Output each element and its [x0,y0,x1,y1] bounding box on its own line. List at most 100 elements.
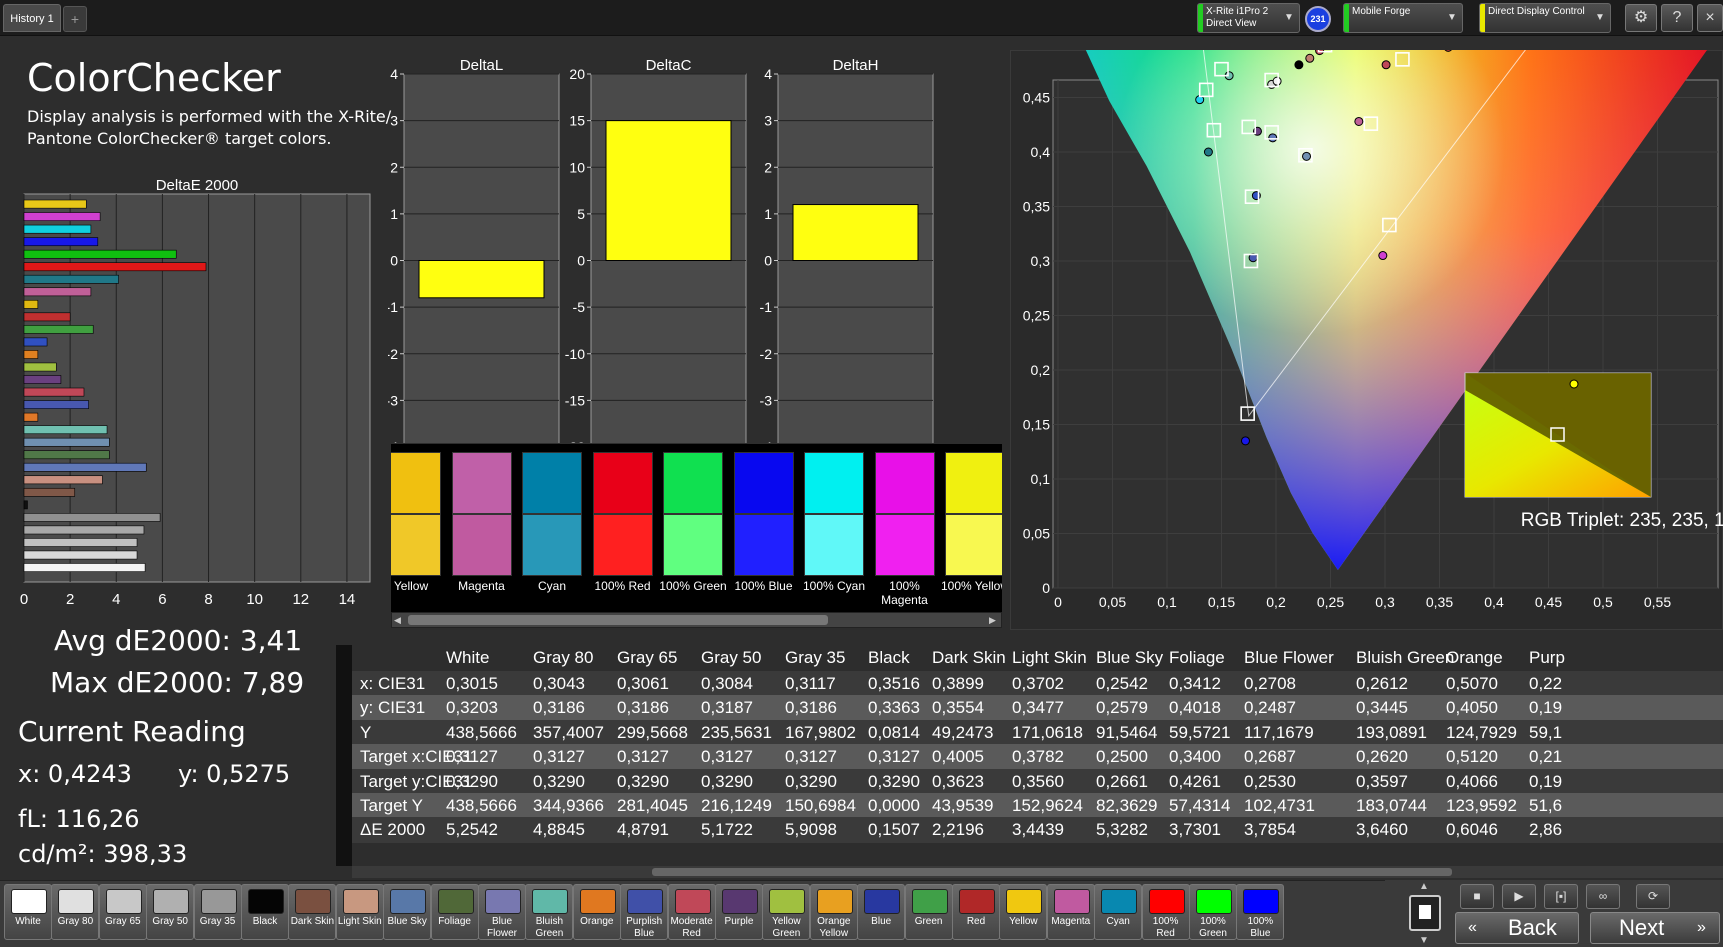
patch-button[interactable]: Gray 35 [193,884,242,940]
table-cell: 0,0000 [868,796,920,815]
table-cell: 0,3412 [1169,674,1221,693]
patch-button[interactable]: Purplish Blue [620,884,669,940]
swatch-column[interactable]: 100% Blue [733,452,794,612]
table-cell: 438,5666 [446,722,517,742]
column-header[interactable]: Blue Sky [1096,645,1163,671]
scroll-up-icon[interactable]: ▲ [1409,881,1439,893]
patch-button[interactable]: White [4,884,52,940]
swatch-column[interactable]: Cyan [522,452,582,612]
play-button[interactable]: ▶ [1502,884,1536,909]
column-header[interactable]: Black [868,645,910,671]
control-select[interactable]: Direct Display Control ▼ [1479,3,1611,33]
swatch-column[interactable]: 100% Red [592,452,653,612]
chart-title: DeltaL [460,58,503,74]
swatch-column[interactable]: 100% Yellow [941,452,1002,612]
measured-point [1203,147,1213,157]
back-button[interactable]: « Back [1455,912,1579,944]
scroll-left-icon[interactable]: ◀ [394,615,404,625]
stop-button[interactable] [1409,895,1441,931]
swatch-scrollbar[interactable]: ◀ ▶ [391,612,1002,628]
refresh-button[interactable]: ⟳ [1636,884,1670,909]
column-header[interactable]: Orange [1446,645,1503,671]
patch-button[interactable]: Magenta [1046,884,1095,940]
patch-button[interactable]: Blue [857,884,906,940]
table-cell: 3,7301 [1169,820,1221,840]
patch-label: Gray 35 [199,916,236,927]
x-tick-label: 0,15 [1208,594,1235,610]
double-chevron-left-icon: « [1468,919,1477,936]
help-button[interactable]: ? [1661,4,1693,32]
column-header[interactable]: Dark Skin [932,645,1006,671]
column-header[interactable]: Foliage [1169,645,1225,671]
patch-button[interactable]: Moderate Red [667,884,716,940]
tab-history-1[interactable]: History 1 [3,4,61,32]
patch-button[interactable]: Green [904,884,953,940]
column-header[interactable]: Gray 65 [617,645,677,671]
swatch-column[interactable]: 100% Cyan [803,452,865,612]
patch-button[interactable]: Black [241,884,289,940]
swatch-column[interactable]: 100% Magenta [874,452,935,612]
patch-button[interactable]: Dark Skin [288,884,337,940]
column-header[interactable]: Light Skin [1012,645,1087,671]
double-chevron-right-icon: » [1697,919,1706,936]
continuous-button[interactable]: ∞ [1586,884,1620,909]
patch-color [769,889,806,914]
column-header[interactable]: Gray 35 [785,645,845,671]
patch-button[interactable]: Foliage [430,884,479,940]
generator-select[interactable]: Mobile Forge ▼ [1343,3,1463,33]
swatch-column[interactable]: Magenta [451,452,512,612]
stop-measure-button[interactable]: ■ [1460,884,1494,909]
column-header[interactable]: White [446,645,489,671]
close-button[interactable]: × [1697,4,1723,32]
patch-button[interactable]: Red [952,884,1000,940]
column-header[interactable]: Blue Flower [1244,645,1334,671]
patch-button[interactable]: Bluish Green [525,884,574,940]
control-name: Direct Display Control [1488,6,1585,17]
patch-button[interactable]: Gray 80 [51,884,100,940]
patch-button[interactable]: Light Skin [335,884,384,940]
table-cell: 3,7854 [1244,820,1296,840]
scroll-down-icon[interactable]: ▼ [1409,936,1439,946]
meter-select[interactable]: X-Rite i1Pro 2 Direct View ▼ [1197,3,1300,33]
measured-color [804,452,864,514]
patch-button[interactable]: Cyan [1094,884,1143,940]
table-scrollbar[interactable] [352,866,1723,878]
patch-button[interactable]: Yellow [999,884,1048,940]
single-read-button[interactable]: [▪] [1544,884,1578,909]
column-header[interactable]: Purp [1529,645,1565,671]
patch-button[interactable]: Gray 65 [98,884,147,940]
patch-button[interactable]: Yellow Green [762,884,811,940]
patch-button[interactable]: Purple [715,884,763,940]
patch-button[interactable]: Blue Sky [383,884,432,940]
scrollbar-thumb[interactable] [652,868,1452,876]
page-description: Display analysis is performed with the X… [27,106,397,150]
scroll-right-icon[interactable]: ▶ [989,615,999,625]
x-tick-label: 10 [246,591,263,608]
patch-button[interactable]: Gray 50 [146,884,195,940]
patch-button[interactable]: Blue Flower [478,884,526,940]
swatch-column[interactable]: Yellow [391,452,441,612]
patch-button[interactable]: Orange [572,884,621,940]
table-cell: 82,3629 [1096,796,1158,815]
swatch-column[interactable]: 100% Green [659,452,727,612]
x-tick-label: 0,55 [1644,594,1671,610]
table-cell: 0,2620 [1356,747,1408,767]
x-tick-label: 0,05 [1099,594,1126,610]
y-tick-label: -10 [565,346,585,362]
settings-button[interactable]: ⚙ [1625,4,1657,32]
table-cell: 51,6 [1529,796,1563,815]
scrollbar-thumb[interactable] [408,615,828,625]
patch-button[interactable]: 100% Green [1189,884,1237,940]
patch-button[interactable]: Orange Yellow [809,884,858,940]
patch-color [911,889,948,914]
add-tab-button[interactable]: + [63,6,87,32]
table-cell: 0,3061 [617,674,669,693]
patch-button[interactable]: 100% Red [1141,884,1190,940]
column-header[interactable]: Gray 50 [701,645,761,671]
y-tick-label: 5 [577,206,585,222]
table-cell: 0,5120 [1446,747,1498,767]
patch-button[interactable]: 100% Blue [1236,884,1285,940]
next-button[interactable]: Next » [1590,912,1720,944]
column-header[interactable]: Bluish Green [1356,645,1454,671]
column-header[interactable]: Gray 80 [533,645,593,671]
